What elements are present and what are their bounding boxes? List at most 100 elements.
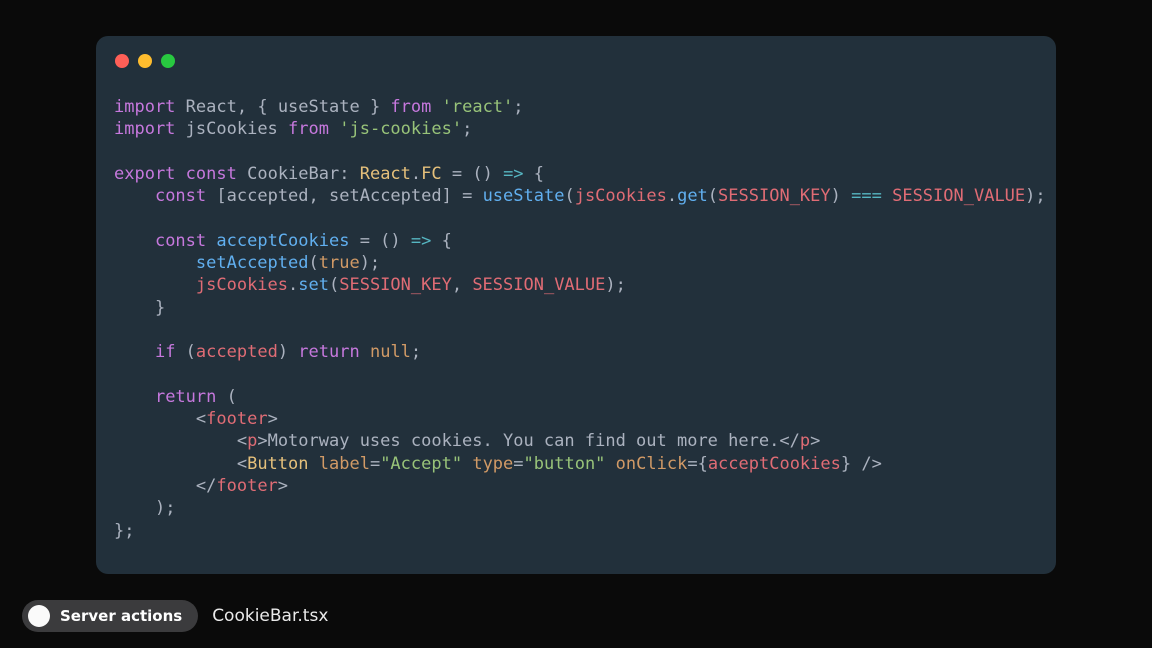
code-punct: ;: [462, 119, 472, 139]
code-string: 'js-cookies': [339, 119, 462, 139]
code-fn: set: [298, 275, 329, 295]
code-punct: ,: [309, 186, 329, 206]
code-punct: = (): [349, 231, 410, 251]
code-tag: footer: [216, 476, 277, 496]
code-keyword: from: [390, 97, 431, 117]
code-keyword: return: [155, 387, 216, 407]
code-punct: ,: [452, 275, 472, 295]
code-ident: useState: [278, 97, 360, 117]
code-editor-window: import React, { useState } from 'react';…: [96, 36, 1056, 574]
code-component: Button: [247, 454, 308, 474]
code-tag: footer: [206, 409, 267, 429]
code-punct: >: [268, 409, 278, 429]
code-punct: .: [667, 186, 677, 206]
code-const: SESSION_KEY: [718, 186, 831, 206]
code-const: SESSION_VALUE: [472, 275, 605, 295]
code-punct: </: [196, 476, 216, 496]
code-punct: <: [237, 454, 247, 474]
code-punct: ] =: [442, 186, 483, 206]
code-ident: accepted: [227, 186, 309, 206]
code-punct: }: [360, 97, 391, 117]
code-bool: true: [319, 253, 360, 273]
code-ident: jsCookies: [196, 275, 288, 295]
code-ident: React: [186, 97, 237, 117]
code-punct: (: [564, 186, 574, 206]
code-punct: (: [308, 253, 318, 273]
code-const: SESSION_KEY: [339, 275, 452, 295]
code-punct: {: [431, 231, 451, 251]
code-punct: );: [155, 498, 175, 518]
code-punct: ;: [411, 342, 421, 362]
code-punct: (: [175, 342, 195, 362]
code-punct: (: [329, 275, 339, 295]
code-punct: } />: [841, 454, 882, 474]
code-punct: [882, 186, 892, 206]
code-attr: label: [319, 454, 370, 474]
code-attr: onClick: [616, 454, 688, 474]
window-zoom-dot[interactable]: [161, 54, 175, 68]
code-tag: p: [800, 431, 810, 451]
code-operator: =>: [411, 231, 431, 251]
code-fn: get: [677, 186, 708, 206]
window-chrome: [96, 36, 1056, 74]
code-punct: , {: [237, 97, 278, 117]
code-block: import React, { useState } from 'react';…: [96, 74, 1056, 542]
code-ident: setAccepted: [329, 186, 442, 206]
code-punct: >: [810, 431, 820, 451]
code-punct: :: [339, 164, 359, 184]
code-text: Motorway uses cookies. You can find out …: [268, 431, 780, 451]
code-attr: type: [472, 454, 513, 474]
code-keyword: import: [114, 119, 175, 139]
code-punct: }: [155, 298, 165, 318]
code-keyword: const: [155, 231, 206, 251]
code-null: null: [370, 342, 411, 362]
code-fn: useState: [483, 186, 565, 206]
code-keyword: if: [155, 342, 175, 362]
code-const: SESSION_VALUE: [892, 186, 1025, 206]
code-punct: .: [411, 164, 421, 184]
code-punct: >: [257, 431, 267, 451]
code-punct: ): [831, 186, 851, 206]
code-tag: p: [247, 431, 257, 451]
code-punct: };: [114, 521, 134, 541]
server-actions-badge[interactable]: Server actions: [22, 600, 198, 632]
code-ident: jsCookies: [186, 119, 278, 139]
filename-label: CookieBar.tsx: [212, 606, 328, 626]
code-punct: (: [216, 387, 236, 407]
code-punct: ): [278, 342, 298, 362]
code-fn: setAccepted: [196, 253, 309, 273]
code-string: "Accept": [380, 454, 462, 474]
code-ident: acceptCookies: [708, 454, 841, 474]
code-string: "button": [524, 454, 606, 474]
caption-row: Server actions CookieBar.tsx: [22, 600, 328, 632]
code-punct: <: [237, 431, 247, 451]
code-punct: );: [605, 275, 625, 295]
code-type: React: [360, 164, 411, 184]
code-keyword: export: [114, 164, 175, 184]
code-punct: [: [216, 186, 226, 206]
code-punct: =: [370, 454, 380, 474]
code-keyword: import: [114, 97, 175, 117]
code-ident: CookieBar: [247, 164, 339, 184]
code-ident: accepted: [196, 342, 278, 362]
code-keyword: from: [288, 119, 329, 139]
code-keyword: const: [186, 164, 237, 184]
code-keyword: return: [298, 342, 359, 362]
code-punct: {: [524, 164, 544, 184]
code-ident: jsCookies: [575, 186, 667, 206]
code-punct: = (): [442, 164, 503, 184]
window-close-dot[interactable]: [115, 54, 129, 68]
code-punct: .: [288, 275, 298, 295]
window-minimize-dot[interactable]: [138, 54, 152, 68]
code-punct: );: [360, 253, 380, 273]
code-type: FC: [421, 164, 441, 184]
code-punct: >: [278, 476, 288, 496]
code-punct: (: [708, 186, 718, 206]
code-ident: acceptCookies: [216, 231, 349, 251]
code-keyword: const: [155, 186, 206, 206]
badge-circle-icon: [28, 605, 50, 627]
code-punct: ;: [513, 97, 523, 117]
code-punct: =: [513, 454, 523, 474]
code-punct: </: [779, 431, 799, 451]
code-string: 'react': [442, 97, 514, 117]
